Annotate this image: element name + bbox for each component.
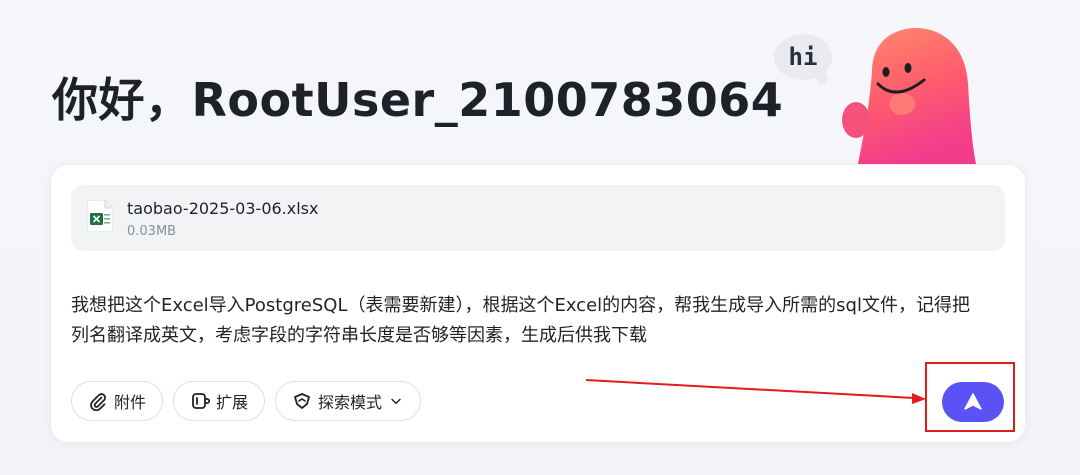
mascot-speech-bubble: hi [774,34,832,84]
attachment-card[interactable]: taobao-2025-03-06.xlsx 0.03MB [71,185,1005,251]
attach-button[interactable]: 附件 [71,381,164,421]
paperclip-icon [90,393,106,411]
attach-label: 附件 [114,393,147,412]
extension-icon [192,393,211,409]
attachment-file-size: 0.03MB [127,224,177,239]
explore-tag-icon [294,393,310,409]
chevron-down-icon [391,398,401,405]
explore-mode-label: 探索模式 [318,393,383,412]
send-button[interactable] [942,382,1004,422]
prompt-input[interactable]: 我想把这个Excel导入PostgreSQL（表需要新建），根据这个Excel的… [71,291,981,351]
explore-mode-dropdown[interactable]: 探索模式 [275,381,422,421]
chat-input-card: taobao-2025-03-06.xlsx 0.03MB 我想把这个Excel… [50,164,1026,443]
send-arrow-icon [964,393,982,410]
mascot-icon [842,28,976,164]
extend-label: 扩展 [216,393,249,412]
attachment-file-name: taobao-2025-03-06.xlsx [127,199,319,218]
extend-button[interactable]: 扩展 [173,381,266,421]
input-toolbar: 附件 扩展 探索模式 [71,381,422,421]
excel-file-icon [87,200,113,232]
greeting-title: 你好，RootUser_2100783064 [52,73,784,127]
bubble-text: hi [788,43,818,71]
